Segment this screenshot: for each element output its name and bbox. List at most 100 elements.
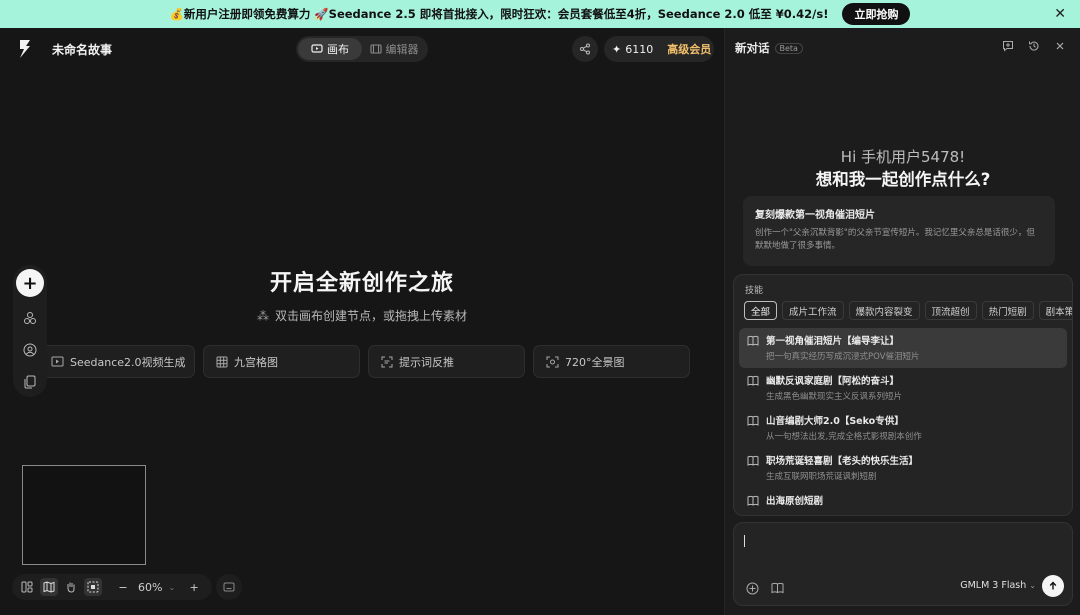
prompt-question: 想和我一起创作点什么?: [815, 170, 991, 189]
beta-badge: Beta: [774, 42, 803, 54]
minimap[interactable]: [22, 465, 146, 565]
skill-name: 职场荒诞轻喜剧【老头的快乐生活】: [766, 456, 919, 467]
recommendation-card[interactable]: 复刻爆款第一视角催泪短片 创作一个"父亲沉默背影"的父亲节宣传短片。我记忆里父亲…: [743, 196, 1055, 266]
bottom-toolbar: − 60% ⌄ +: [12, 574, 212, 600]
text-cursor: [744, 535, 745, 547]
nodes-tool-button[interactable]: [19, 307, 41, 329]
filter-chip[interactable]: 成片工作流: [782, 301, 844, 320]
hand-icon: [67, 582, 75, 593]
scan-text-icon: [381, 356, 393, 367]
vip-label[interactable]: 高级会员: [667, 41, 711, 57]
chat-panel: 新对话 Beta Hi 手机用户5478! 想和我一起创作点什么? 复刻爆款第一…: [724, 28, 1080, 615]
assets-tool-button[interactable]: [19, 371, 41, 393]
recommendation-desc: 创作一个"父亲沉默背影"的父亲节宣传短片。我记忆里父亲总是话很少，但默默地做了很…: [755, 228, 1035, 251]
book-icon: [747, 335, 759, 346]
tab-editor-label: 编辑器: [385, 43, 419, 56]
close-icon[interactable]: ✕: [1054, 6, 1066, 22]
credits-count: 6110: [625, 42, 654, 56]
share-button[interactable]: [572, 36, 598, 62]
mode-switch: 画布 编辑器: [296, 36, 428, 62]
skill-desc: 从一句想法出发,完成全格式影视剧本创作: [766, 432, 922, 442]
promo-text: 💰新用户注册即领免费算力 🚀Seedance 2.5 即将首批接入，限时狂欢：会…: [169, 7, 829, 21]
quick-actions: Seedance2.0视频生成 九宫格图 提示词反推 720°全景图: [38, 345, 690, 378]
promo-banner: 💰新用户注册即领免费算力 🚀Seedance 2.5 即将首批接入，限时狂欢：会…: [0, 0, 1080, 28]
filter-chip[interactable]: 顶流超创: [924, 301, 977, 320]
tab-canvas[interactable]: 画布: [298, 38, 362, 60]
skill-filters: 全部 成片工作流 爆款内容裂变 顶流超创 热门短剧 剧本策划: [744, 301, 1072, 320]
fit-view-button[interactable]: [216, 574, 242, 600]
quick-action-video[interactable]: Seedance2.0视频生成: [38, 345, 195, 378]
skill-name: 幽默反讽家庭剧【阿松的奋斗】: [766, 376, 900, 387]
film-icon: [369, 44, 382, 54]
hero-subtitle-text: 双击画布创建节点，或拖拽上传素材: [274, 309, 467, 323]
quick-action-label: Seedance2.0视频生成: [70, 355, 186, 369]
skill-item[interactable]: 山音编剧大师2.0【Seko专供】从一句想法出发,完成全格式影视剧本创作: [739, 408, 1067, 448]
hand-tool-button[interactable]: [62, 578, 80, 596]
quick-action-label: 九宫格图: [234, 355, 278, 369]
skill-item[interactable]: 职场荒诞轻喜剧【老头的快乐生活】 生成互联网职场荒诞讽刺短剧: [739, 448, 1067, 488]
chevron-down-icon: ⌄: [1029, 581, 1036, 590]
buy-now-button[interactable]: 立即抢购: [842, 3, 911, 25]
add-node-button[interactable]: +: [16, 269, 44, 297]
model-selector[interactable]: GMLM 3 Flash ⌄: [960, 580, 1036, 591]
composer-tools: [746, 582, 784, 595]
credits-pill[interactable]: ✦ 6110 高级会员: [604, 36, 714, 62]
canvas-icon: [311, 44, 323, 53]
zoom-in-button[interactable]: +: [185, 578, 203, 596]
share-icon: [580, 43, 590, 55]
quick-action-prompt-reverse[interactable]: 提示词反推: [368, 345, 525, 378]
map-toggle-button[interactable]: [40, 578, 58, 596]
project-title[interactable]: 未命名故事: [52, 41, 112, 58]
select-tool-button[interactable]: [84, 578, 102, 596]
copy-icon: [24, 375, 36, 389]
add-attachment-icon[interactable]: [746, 582, 759, 595]
zoom-out-button[interactable]: −: [114, 578, 132, 596]
skill-name: 山音编剧大师2.0【Seko专供】: [766, 416, 904, 427]
sidebar-icon: [21, 581, 33, 593]
video-icon: [51, 356, 64, 367]
recommendation-title: 复刻爆款第一视角催泪短片: [755, 210, 875, 221]
history-icon[interactable]: [1028, 40, 1040, 52]
book-icon: [747, 455, 759, 466]
skill-list: 第一视角催泪短片【编导李让】 把一句真实经历写成沉浸式POV催泪短片 幽默反讽家庭…: [739, 328, 1067, 515]
grid-icon: [216, 356, 228, 367]
skill-item[interactable]: 幽默反讽家庭剧【阿松的奋斗】 生成黑色幽默现实主义反讽系列短片: [739, 368, 1067, 408]
arrow-up-icon: [1049, 581, 1057, 590]
send-button[interactable]: [1042, 575, 1064, 597]
skill-item[interactable]: 出海原创短剧: [739, 488, 1067, 515]
left-toolbar: +: [13, 265, 47, 397]
filter-chip[interactable]: 爆款内容裂变: [848, 301, 920, 320]
tab-canvas-label: 画布: [327, 43, 349, 56]
zoom-level[interactable]: 60%: [138, 581, 162, 594]
new-chat-icon[interactable]: [1002, 40, 1014, 52]
quick-action-label: 720°全景图: [565, 355, 625, 369]
close-icon[interactable]: [1054, 40, 1066, 52]
keyboard-icon: [223, 582, 235, 592]
filter-chip[interactable]: 全部: [744, 301, 778, 320]
skill-desc: 生成黑色幽默现实主义反讽系列短片: [766, 392, 903, 402]
nodes-icon: [24, 312, 36, 324]
chat-composer[interactable]: GMLM 3 Flash ⌄: [733, 522, 1073, 606]
book-icon[interactable]: [771, 582, 784, 594]
sparkle-icon: ✦: [612, 42, 622, 56]
tab-editor[interactable]: 编辑器: [362, 38, 426, 60]
book-icon: [747, 415, 759, 426]
hero-title: 开启全新创作之旅: [269, 271, 454, 296]
map-icon: [43, 581, 55, 593]
canvas-area[interactable]: 未命名故事 画布 编辑器 ✦ 6110 高级会员 开启全新创作之旅 ⁂ 双击画布创…: [0, 28, 724, 615]
quick-action-label: 提示词反推: [399, 355, 454, 369]
chat-header: 新对话 Beta: [735, 40, 803, 56]
panorama-icon: [546, 356, 559, 367]
magic-wand-icon: ⁂: [256, 309, 269, 323]
chevron-down-icon[interactable]: ⌄: [168, 583, 175, 592]
layout-toggle-button[interactable]: [18, 578, 36, 596]
character-tool-button[interactable]: [19, 339, 41, 361]
quick-action-grid[interactable]: 九宫格图: [203, 345, 360, 378]
model-name: GMLM 3 Flash: [960, 580, 1027, 591]
chat-title: 新对话: [735, 41, 770, 55]
quick-action-panorama[interactable]: 720°全景图: [533, 345, 690, 378]
skill-item[interactable]: 第一视角催泪短片【编导李让】 把一句真实经历写成沉浸式POV催泪短片: [739, 328, 1067, 368]
filter-chip[interactable]: 热门短剧: [981, 301, 1034, 320]
greeting-text: Hi 手机用户5478!: [840, 148, 966, 166]
filter-chip[interactable]: 剧本策划: [1038, 301, 1072, 320]
